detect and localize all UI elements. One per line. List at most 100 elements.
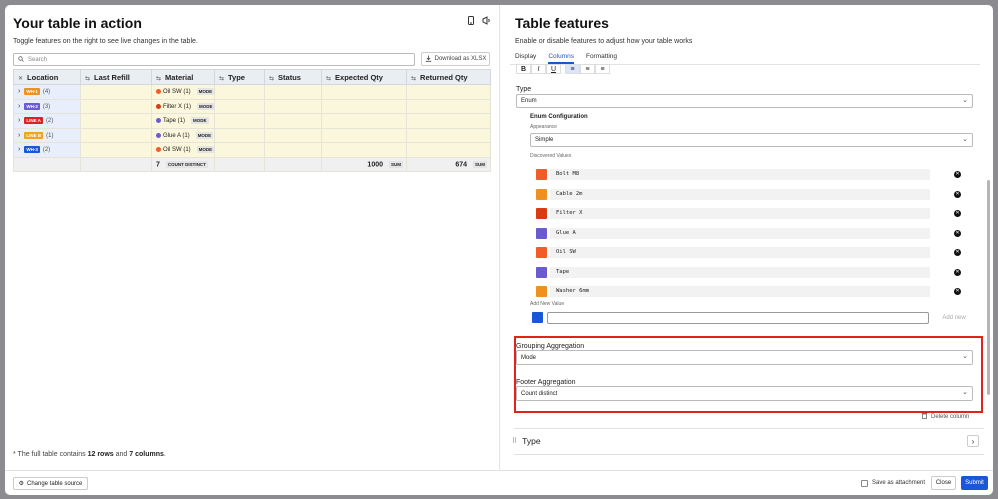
last-refill-cell[interactable] <box>80 142 152 158</box>
returned-qty-cell[interactable] <box>406 113 491 129</box>
column-header-location[interactable]: ✕ Location <box>13 69 81 85</box>
group-icon[interactable]: ⇆ <box>411 76 416 82</box>
value-name[interactable]: Filter X <box>550 208 930 219</box>
remove-value-icon[interactable]: ✕ <box>954 288 961 295</box>
expected-qty-cell[interactable] <box>321 98 407 114</box>
align-left-icon[interactable]: ≡ <box>565 64 580 74</box>
search-input[interactable]: Search <box>13 53 415 66</box>
column-section-type[interactable]: ⠿ Type <box>512 436 541 446</box>
type-cell[interactable] <box>214 127 265 143</box>
delete-column-button[interactable]: Delete column <box>921 412 969 421</box>
save-attachment-checkbox[interactable] <box>861 480 868 487</box>
group-icon[interactable]: ⇆ <box>156 76 161 82</box>
align-center-icon[interactable]: ≡ <box>580 64 595 74</box>
footer-aggregation-select[interactable]: Count distinct ⌄ <box>516 386 973 401</box>
table-row[interactable]: › WH-2 (3) Filter X (1) MODE <box>13 98 491 114</box>
value-name[interactable]: Oil SW <box>550 247 930 258</box>
type-cell[interactable] <box>214 98 265 114</box>
returned-qty-cell[interactable] <box>406 98 491 114</box>
value-color-swatch[interactable] <box>536 188 547 200</box>
group-icon[interactable]: ⇆ <box>269 76 274 82</box>
last-refill-cell[interactable] <box>80 98 152 114</box>
italic-icon[interactable]: I <box>531 64 546 74</box>
value-color-swatch[interactable] <box>536 247 547 258</box>
remove-value-icon[interactable]: ✕ <box>954 190 961 198</box>
column-header-returned-qty[interactable]: ⇆ Returned Qty <box>406 69 491 85</box>
expected-qty-cell[interactable] <box>321 142 407 158</box>
material-cell[interactable]: Filter X (1) MODE <box>151 98 215 114</box>
value-color-swatch[interactable] <box>536 169 547 180</box>
tab-display[interactable]: Display <box>515 53 536 64</box>
material-cell[interactable]: Glue A (1) MODE <box>151 127 215 143</box>
last-refill-cell[interactable] <box>80 84 152 100</box>
status-cell[interactable] <box>264 142 322 158</box>
returned-qty-cell[interactable] <box>406 127 491 143</box>
remove-value-icon[interactable]: ✕ <box>954 229 961 237</box>
submit-button[interactable]: Submit <box>961 476 988 490</box>
value-name[interactable]: Cable 2m <box>550 188 930 200</box>
expected-qty-cell[interactable] <box>321 84 407 100</box>
material-cell[interactable]: Oil SW (1) MODE <box>151 142 215 158</box>
status-cell[interactable] <box>264 84 322 100</box>
new-value-input[interactable] <box>547 312 929 324</box>
group-icon[interactable]: ⇆ <box>219 76 224 82</box>
column-header-last-refill[interactable]: ⇆ Last Refill <box>80 69 152 85</box>
returned-qty-cell[interactable] <box>406 84 491 100</box>
chevron-right-icon[interactable]: › <box>18 117 20 124</box>
location-cell[interactable]: › WH-2 (3) <box>13 98 81 114</box>
material-cell[interactable]: Tape (1) MODE <box>151 113 215 129</box>
scrollbar[interactable] <box>987 180 990 395</box>
download-xlsx-button[interactable]: Download as XLSX <box>421 52 490 66</box>
type-cell[interactable] <box>214 113 265 129</box>
table-row[interactable]: › WH-1 (4) Oil SW (1) MODE <box>13 84 491 100</box>
megaphone-icon[interactable] <box>482 16 492 26</box>
status-cell[interactable] <box>264 127 322 143</box>
value-name[interactable]: Washer 6mm <box>550 286 930 297</box>
status-cell[interactable] <box>264 113 322 129</box>
value-color-swatch[interactable] <box>536 286 547 297</box>
material-cell[interactable]: Oil SW (1) MODE <box>151 84 215 100</box>
tab-columns[interactable]: Columns <box>548 53 574 64</box>
close-icon[interactable]: ✕ <box>18 76 23 82</box>
remove-value-icon[interactable]: ✕ <box>954 249 961 256</box>
type-cell[interactable] <box>214 142 265 158</box>
location-cell[interactable]: › WH-1 (4) <box>13 84 81 100</box>
last-refill-cell[interactable] <box>80 127 152 143</box>
type-cell[interactable] <box>214 84 265 100</box>
column-header-expected-qty[interactable]: ⇆ Expected Qty <box>321 69 407 85</box>
group-icon[interactable]: ⇆ <box>326 76 331 82</box>
grouping-aggregation-select[interactable]: Mode ⌄ <box>516 350 973 365</box>
expected-qty-cell[interactable] <box>321 127 407 143</box>
table-row[interactable]: › LINE A (2) Tape (1) MODE <box>13 113 491 129</box>
chevron-right-icon[interactable]: › <box>18 146 20 153</box>
value-name[interactable]: Tape <box>550 266 930 278</box>
value-color-swatch[interactable] <box>536 208 547 219</box>
underline-icon[interactable]: U <box>546 64 561 74</box>
bold-icon[interactable]: B <box>516 64 531 74</box>
chevron-right-icon[interactable]: › <box>18 88 20 95</box>
value-name[interactable]: Glue A <box>550 227 930 239</box>
column-header-status[interactable]: ⇆ Status <box>264 69 322 85</box>
table-row[interactable]: › WH-3 (2) Oil SW (1) MODE <box>13 142 491 158</box>
add-new-button[interactable]: Add new <box>937 312 971 324</box>
location-cell[interactable]: › LINE B (1) <box>13 127 81 143</box>
remove-value-icon[interactable]: ✕ <box>954 210 961 217</box>
table-row[interactable]: › LINE B (1) Glue A (1) MODE <box>13 127 491 143</box>
expected-qty-cell[interactable] <box>321 113 407 129</box>
type-select[interactable]: Enum ⌄ <box>516 94 973 108</box>
new-value-color-picker[interactable] <box>532 312 543 323</box>
group-icon[interactable]: ⇆ <box>85 76 90 82</box>
remove-value-icon[interactable]: ✕ <box>954 268 961 276</box>
last-refill-cell[interactable] <box>80 113 152 129</box>
change-table-source-button[interactable]: ⚙ Change table source <box>13 477 88 490</box>
appearance-select[interactable]: Simple ⌄ <box>530 133 973 147</box>
chevron-right-icon[interactable]: › <box>967 435 979 447</box>
value-color-swatch[interactable] <box>536 266 547 278</box>
status-cell[interactable] <box>264 98 322 114</box>
value-color-swatch[interactable] <box>536 227 547 239</box>
remove-value-icon[interactable]: ✕ <box>954 171 961 178</box>
value-name[interactable]: Bolt M8 <box>550 169 930 180</box>
mobile-icon[interactable] <box>467 16 477 26</box>
chevron-right-icon[interactable]: › <box>18 132 20 139</box>
column-header-material[interactable]: ⇆ Material <box>151 69 215 85</box>
